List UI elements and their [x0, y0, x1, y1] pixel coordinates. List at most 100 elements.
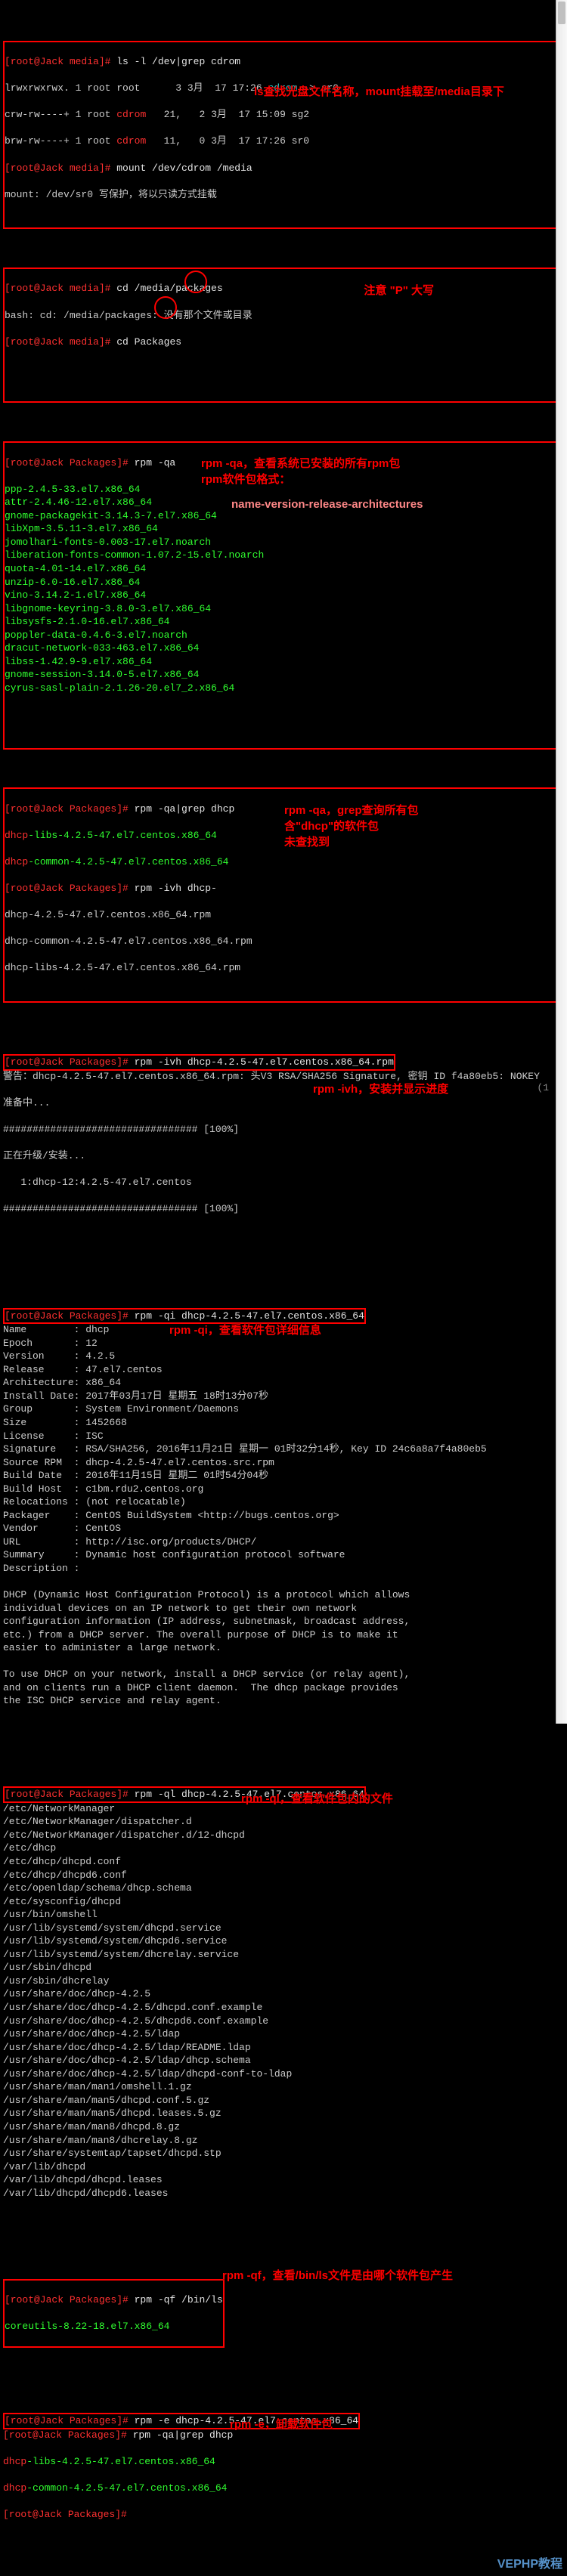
prompt: [root@Jack media]#	[5, 162, 110, 174]
command: cd Packages	[110, 336, 181, 348]
package-name: cyrus-sasl-plain-2.1.26-20.el7_2.x86_64	[5, 682, 562, 695]
rpm-file: dhcp-libs-4.2.5-47.el7.centos.x86_64.rpm	[5, 961, 562, 975]
grep-match: dhcp	[3, 2482, 26, 2494]
grep-match: dhcp	[5, 856, 28, 867]
command: rpm -qa|grep dhcp	[127, 2429, 233, 2441]
annotation-rpm-qf: rpm -qf，查看/bin/ls文件是由哪个软件包产生	[222, 2268, 464, 2284]
file-path: /var/lib/dhcpd	[3, 2160, 564, 2174]
package-name: libgnome-keyring-3.8.0-3.el7.x86_64	[5, 602, 562, 616]
file-path: /etc/dhcp	[3, 1842, 564, 1855]
command: rpm -ivh dhcp-	[129, 883, 217, 894]
rpm-info-row: Group : System Environment/Daemons	[3, 1402, 564, 1416]
rpm-info-row: Install Date: 2017年03月17日 星期五 18时13分07秒	[3, 1390, 564, 1403]
package-name: poppler-data-0.4.6-3.el7.noarch	[5, 629, 562, 642]
grep-match: dhcp	[3, 2456, 26, 2467]
rpm-description: DHCP (Dynamic Host Configuration Protoco…	[3, 1588, 564, 1708]
file-path: /etc/dhcp/dhcpd.conf	[3, 1855, 564, 1869]
file-path: /etc/openldap/schema/dhcp.schema	[3, 1882, 564, 1895]
file-path: /usr/share/doc/dhcp-4.2.5/dhcpd6.conf.ex…	[3, 2015, 564, 2028]
ls-output: 21, 2 3月 17 15:09 sg2	[146, 109, 309, 120]
prompt: [root@Jack Packages]#	[5, 883, 129, 894]
file-path: /usr/share/doc/dhcp-4.2.5/ldap/dhcpd-con…	[3, 2067, 564, 2081]
command: rpm -qa	[129, 457, 175, 469]
rpm-info-row: URL : http://isc.org/products/DHCP/	[3, 1535, 564, 1549]
prompt: [root@Jack media]#	[5, 336, 110, 348]
cdrom-link: cdrom	[268, 82, 297, 94]
file-path: /usr/share/doc/dhcp-4.2.5/ldap/dhcp.sche…	[3, 2054, 564, 2067]
cdrom-match: cdrom	[116, 109, 146, 120]
file-path: /usr/lib/systemd/system/dhcpd.service	[3, 1922, 564, 1935]
prompt: [root@Jack media]#	[5, 56, 110, 67]
rpm-qf-output: coreutils-8.22-18.el7.x86_64	[5, 2320, 223, 2333]
file-path: /usr/lib/systemd/system/dhcpd6.service	[3, 1934, 564, 1948]
section-rpm-qf: [root@Jack Packages]# rpm -qf /bin/ls co…	[3, 2266, 564, 2361]
rpm-info-row: Summary : Dynamic host configuration pro…	[3, 1548, 564, 1562]
ls-output: lrwxrwxrwx. 1 root root 3 3月 17 17:26	[5, 82, 268, 94]
prompt: [root@Jack Packages]#	[5, 1056, 129, 1068]
mount-output: mount: /dev/sr0 写保护，将以只读方式挂载	[5, 188, 562, 202]
file-path: /usr/share/man/man8/dhcpd.8.gz	[3, 2120, 564, 2134]
file-path: /usr/share/man/man5/dhcpd.leases.5.gz	[3, 2107, 564, 2120]
rpm-info-row: Source RPM : dhcp-4.2.5-47.el7.centos.sr…	[3, 1456, 564, 1470]
rpm-package-line: 1:dhcp-12:4.2.5-47.el7.centos	[3, 1176, 564, 1189]
package-name: liberation-fonts-common-1.07.2-15.el7.no…	[5, 549, 562, 562]
file-path: /usr/share/man/man8/dhcrelay.8.gz	[3, 2134, 564, 2148]
file-path: /etc/NetworkManager/dispatcher.d/12-dhcp…	[3, 1829, 564, 1842]
rpm-info-row: Build Date : 2016年11月15日 星期二 01时54分04秒	[3, 1469, 564, 1483]
package-name: dracut-network-033-463.el7.x86_64	[5, 642, 562, 655]
command: rpm -ivh dhcp-4.2.5-47.el7.centos.x86_64…	[129, 1056, 394, 1068]
grep-match: dhcp	[5, 830, 28, 841]
prompt: [root@Jack media]#	[5, 283, 110, 294]
circle-p-upper	[154, 296, 177, 319]
section-rpm-qa: [root@Jack Packages]# rpm -qa ppp-2.4.5-…	[3, 441, 564, 750]
scrollbar[interactable]	[556, 0, 567, 1724]
rpm-installing: 正在升级/安装...	[3, 1149, 564, 1163]
command: rpm -qa|grep dhcp	[129, 803, 234, 815]
scrollbar-thumb[interactable]	[558, 2, 565, 24]
command: rpm -qf /bin/ls	[129, 2294, 223, 2305]
rpm-info-row: Version : 4.2.5	[3, 1350, 564, 1363]
file-path: /var/lib/dhcpd/dhcpd.leases	[3, 2173, 564, 2187]
cd-error: bash: cd: /media/packages: 没有那个文件或目录	[5, 309, 562, 323]
ls-output: crw-rw----+ 1 root	[5, 109, 116, 120]
watermark: VEPHP教程	[497, 2556, 562, 2573]
rpm-info-row: Packager : CentOS BuildSystem <http://bu…	[3, 1509, 564, 1523]
rpm-info-row: Description :	[3, 1562, 564, 1576]
package-name: gnome-session-3.14.0-5.el7.x86_64	[5, 668, 562, 682]
rpm-info-row: License : ISC	[3, 1430, 564, 1443]
file-path: /etc/NetworkManager/dispatcher.d	[3, 1815, 564, 1829]
rpm-info-row: Signature : RSA/SHA256, 2016年11月21日 星期一 …	[3, 1443, 564, 1456]
command: mount /dev/cdrom /media	[110, 162, 252, 174]
prompt: [root@Jack Packages]#	[5, 2415, 129, 2426]
section-rpm-qi: [root@Jack Packages]# rpm -qi dhcp-4.2.5…	[3, 1295, 564, 1734]
prompt: [root@Jack Packages]#	[5, 1310, 129, 1322]
file-path: /usr/share/doc/dhcp-4.2.5	[3, 1987, 564, 2001]
command: rpm -e dhcp-4.2.5-47.el7.centos.x86_64	[129, 2415, 358, 2426]
file-path: /etc/sysconfig/dhcpd	[3, 1895, 564, 1909]
package-name: -libs-4.2.5-47.el7.centos.x86_64	[26, 2456, 215, 2467]
circle-p-lower	[184, 271, 207, 293]
package-name: -libs-4.2.5-47.el7.centos.x86_64	[28, 830, 217, 841]
rpm-info-row: Build Host : c1bm.rdu2.centos.org	[3, 1483, 564, 1496]
file-path: /usr/sbin/dhcrelay	[3, 1975, 564, 1988]
rpm-file: dhcp-common-4.2.5-47.el7.centos.x86_64.r…	[5, 935, 562, 948]
rpm-info-row: Vendor : CentOS	[3, 1522, 564, 1535]
package-name: libsysfs-2.1.0-16.el7.x86_64	[5, 615, 562, 629]
package-name: gnome-packagekit-3.14.3-7.el7.x86_64	[5, 509, 562, 523]
package-name: jomolhari-fonts-0.003-17.el7.noarch	[5, 536, 562, 549]
rpm-progress: ################################# [100%]	[3, 1123, 564, 1136]
rpm-warning: 警告：dhcp-4.2.5-47.el7.centos.x86_64.rpm: …	[3, 1070, 564, 1084]
package-name: ppp-2.4.5-33.el7.x86_64	[5, 483, 562, 496]
prompt: [root@Jack Packages]#	[5, 1789, 129, 1800]
file-path: /usr/bin/omshell	[3, 1908, 564, 1922]
package-name: -common-4.2.5-47.el7.centos.x86_64	[26, 2482, 227, 2494]
file-path: /usr/share/systemtap/tapset/dhcpd.stp	[3, 2147, 564, 2160]
section-rpm-ivh: [root@Jack Packages]# rpm -ivh dhcp-4.2.…	[3, 1042, 564, 1256]
rpm-info-row: Release : 47.el7.centos	[3, 1363, 564, 1377]
rpm-info-row: Epoch : 12	[3, 1337, 564, 1350]
rpm-prepare: 准备中...	[3, 1096, 564, 1110]
prompt: [root@Jack Packages]#	[3, 2429, 127, 2441]
truncated-text: (1	[537, 1081, 549, 1095]
file-path: /etc/dhcp/dhcpd6.conf	[3, 1869, 564, 1882]
file-path: /var/lib/dhcpd/dhcpd6.leases	[3, 2187, 564, 2200]
